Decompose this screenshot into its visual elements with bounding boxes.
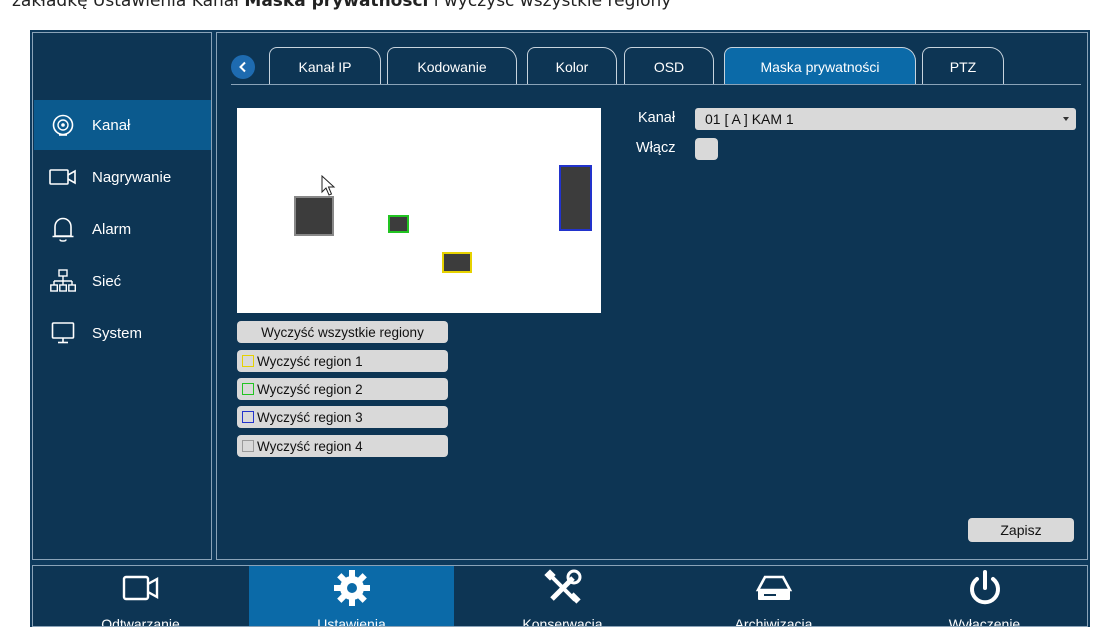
bottom-nav-konserwacja[interactable]: Konserwacja bbox=[460, 566, 665, 627]
region-4-swatch bbox=[242, 440, 254, 452]
clear-region-2-button[interactable]: Wyczyść region 2 bbox=[237, 378, 448, 400]
button-label: Wyczyść region 2 bbox=[257, 381, 363, 397]
bottom-nav-label: Wyłączenie bbox=[948, 616, 1021, 627]
tab-kodowanie[interactable]: Kodowanie bbox=[387, 47, 517, 85]
video-camera-icon bbox=[38, 570, 243, 606]
bottom-nav-label: Ustawienia bbox=[317, 616, 386, 627]
tab-maska-prywatnosci[interactable]: Maska prywatności bbox=[724, 47, 916, 85]
button-label: Wyczyść region 1 bbox=[257, 353, 363, 369]
clear-region-1-button[interactable]: Wyczyść region 1 bbox=[237, 350, 448, 372]
mask-region-1[interactable] bbox=[442, 252, 472, 273]
sidebar-item-alarm[interactable]: Alarm bbox=[34, 204, 211, 254]
sidebar: Kanał Nagrywanie Alarm Sieć System bbox=[32, 32, 212, 560]
sidebar-item-kanal[interactable]: Kanał bbox=[34, 100, 211, 150]
bottom-nav-odtwarzanie[interactable]: Odtwarzanie bbox=[38, 566, 243, 627]
region-1-swatch bbox=[242, 355, 254, 367]
tab-bar-line bbox=[231, 84, 1081, 85]
tab-kanal-ip[interactable]: Kanał IP bbox=[269, 47, 381, 85]
tab-label: Kodowanie bbox=[417, 58, 487, 75]
region-3-swatch bbox=[242, 411, 254, 423]
network-icon bbox=[48, 266, 78, 296]
mask-region-2[interactable] bbox=[388, 215, 409, 233]
save-button[interactable]: Zapisz bbox=[968, 518, 1074, 542]
sidebar-item-label: Kanał bbox=[92, 116, 131, 134]
bottom-nav: Odtwarzanie Ustawienia Konserwacja Archi… bbox=[32, 565, 1088, 627]
sidebar-item-system[interactable]: System bbox=[34, 308, 211, 358]
tab-label: Kolor bbox=[555, 58, 589, 75]
tab-label: Kanał IP bbox=[298, 58, 352, 75]
bottom-nav-label: Konserwacja bbox=[522, 616, 603, 627]
sidebar-item-nagrywanie[interactable]: Nagrywanie bbox=[34, 152, 211, 202]
clear-region-3-button[interactable]: Wyczyść region 3 bbox=[237, 406, 448, 428]
tab-ptz[interactable]: PTZ bbox=[922, 47, 1004, 85]
sidebar-item-label: System bbox=[92, 324, 143, 342]
tab-label: Maska prywatności bbox=[760, 58, 880, 75]
tools-icon bbox=[460, 569, 665, 606]
mask-region-3[interactable] bbox=[559, 165, 592, 231]
bottom-nav-label: Odtwarzanie bbox=[101, 616, 180, 627]
button-label: Wyczyść wszystkie regiony bbox=[261, 324, 424, 340]
tab-osd[interactable]: OSD bbox=[624, 47, 714, 85]
enable-checkbox[interactable] bbox=[695, 138, 718, 160]
button-label: Zapisz bbox=[1000, 522, 1042, 538]
button-label: Wyczyść region 3 bbox=[257, 409, 363, 425]
mouse-cursor-icon bbox=[321, 175, 336, 196]
caption-bold-text: Maska prywatności bbox=[244, 0, 429, 11]
gear-icon bbox=[249, 570, 454, 606]
dvr-settings-window: Kanał Nagrywanie Alarm Sieć System Kanał… bbox=[30, 30, 1090, 627]
sidebar-item-siec[interactable]: Sieć bbox=[34, 256, 211, 306]
channel-label: Kanał bbox=[638, 110, 676, 126]
drive-icon bbox=[671, 570, 876, 606]
sidebar-item-label: Alarm bbox=[92, 220, 132, 238]
bottom-nav-archiwizacja[interactable]: Archiwizacja bbox=[671, 566, 876, 627]
chevron-down-icon bbox=[1063, 117, 1069, 121]
monitor-icon bbox=[48, 318, 78, 348]
caption-strip: zakładkę Ustawienia Kanał Maska prywatno… bbox=[0, 0, 1102, 30]
back-button[interactable] bbox=[231, 55, 255, 79]
tab-label: PTZ bbox=[949, 58, 977, 75]
power-icon bbox=[882, 570, 1087, 606]
mask-preview-area[interactable] bbox=[237, 108, 601, 313]
clear-all-regions-button[interactable]: Wyczyść wszystkie regiony bbox=[237, 321, 448, 343]
enable-label: Włącz bbox=[636, 140, 676, 156]
button-label: Wyczyść region 4 bbox=[257, 438, 363, 454]
sidebar-item-label: Sieć bbox=[92, 272, 122, 290]
mask-region-4[interactable] bbox=[294, 196, 334, 236]
tab-label: OSD bbox=[653, 58, 685, 75]
caption-text: zakładkę Ustawienia Kanał Maska prywatno… bbox=[12, 0, 671, 11]
sidebar-item-label: Nagrywanie bbox=[92, 168, 172, 186]
camera-icon bbox=[48, 110, 78, 140]
tab-kolor[interactable]: Kolor bbox=[527, 47, 617, 85]
chevron-left-icon bbox=[239, 61, 246, 73]
region-2-swatch bbox=[242, 383, 254, 395]
bottom-nav-ustawienia[interactable]: Ustawienia bbox=[249, 566, 454, 627]
channel-select[interactable]: 01 [ A ] KAM 1 bbox=[695, 108, 1076, 130]
bell-icon bbox=[48, 214, 78, 244]
bottom-nav-label: Archiwizacja bbox=[734, 616, 813, 627]
content-panel: Kanał IP Kodowanie Kolor OSD Maska prywa… bbox=[216, 32, 1088, 560]
video-camera-icon bbox=[48, 162, 78, 192]
bottom-nav-wylaczenie[interactable]: Wyłączenie bbox=[882, 566, 1087, 627]
channel-select-value: 01 [ A ] KAM 1 bbox=[705, 111, 794, 127]
clear-region-4-button[interactable]: Wyczyść region 4 bbox=[237, 435, 448, 457]
